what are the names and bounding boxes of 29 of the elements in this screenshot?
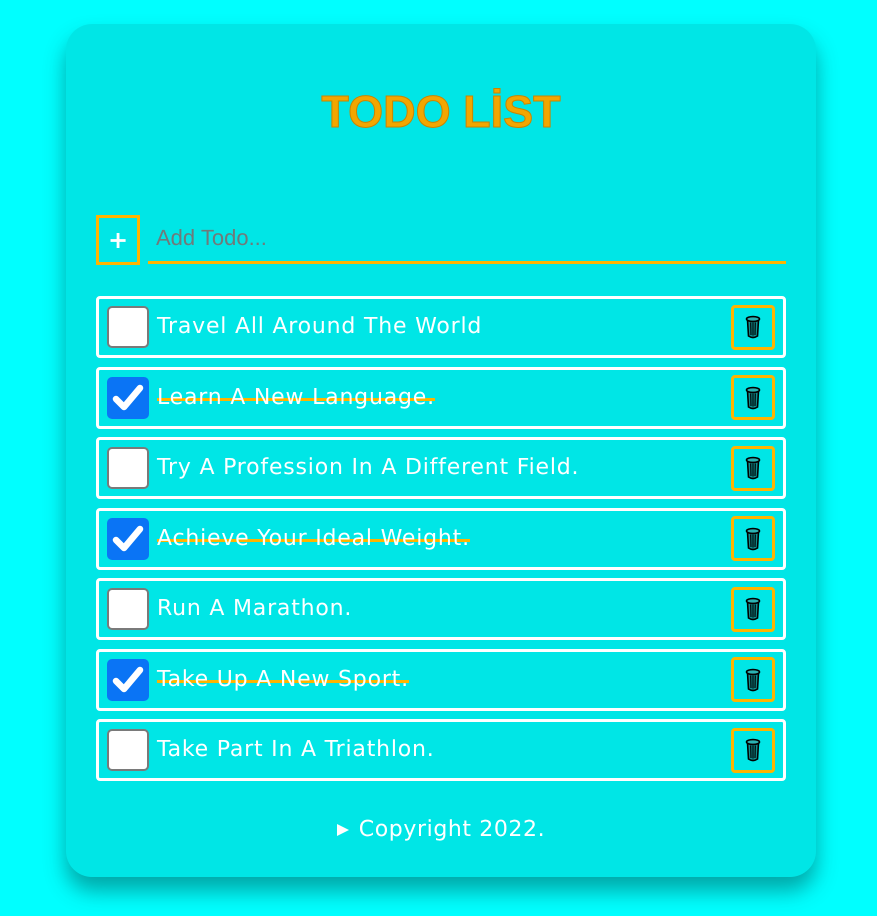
delete-button[interactable] xyxy=(731,586,775,632)
todo-input[interactable]: Add Todo... xyxy=(148,215,786,264)
todo-text: Travel All Around The World xyxy=(157,314,482,340)
delete-button[interactable] xyxy=(731,516,775,561)
delete-button[interactable] xyxy=(731,304,775,350)
delete-button[interactable] xyxy=(731,446,775,490)
trash-icon xyxy=(745,668,761,692)
trash-icon xyxy=(745,597,761,621)
trash-icon xyxy=(745,526,761,550)
todo-text: Try A Profession In A Different Field. xyxy=(157,455,580,481)
todo-text: Run A Marathon. xyxy=(157,596,352,622)
checkbox[interactable] xyxy=(107,376,149,418)
trash-icon xyxy=(745,738,761,762)
todo-text: Take Part In A Triathlon. xyxy=(157,737,435,763)
checkbox[interactable] xyxy=(107,518,149,560)
trash-icon xyxy=(745,456,761,480)
copyright-text: Copyright 2022. xyxy=(358,817,546,843)
delete-button[interactable] xyxy=(731,657,775,702)
add-button[interactable]: + xyxy=(96,215,140,265)
trash-icon xyxy=(745,386,761,410)
checkbox[interactable] xyxy=(107,306,149,348)
app-title: TODO LİST xyxy=(321,86,561,138)
checkbox[interactable] xyxy=(107,588,149,630)
checkbox[interactable] xyxy=(107,729,149,771)
checkbox[interactable] xyxy=(107,447,149,489)
checkbox[interactable] xyxy=(107,658,149,700)
trash-icon xyxy=(745,315,761,339)
delete-button[interactable] xyxy=(731,375,775,420)
delete-button[interactable] xyxy=(731,728,775,772)
